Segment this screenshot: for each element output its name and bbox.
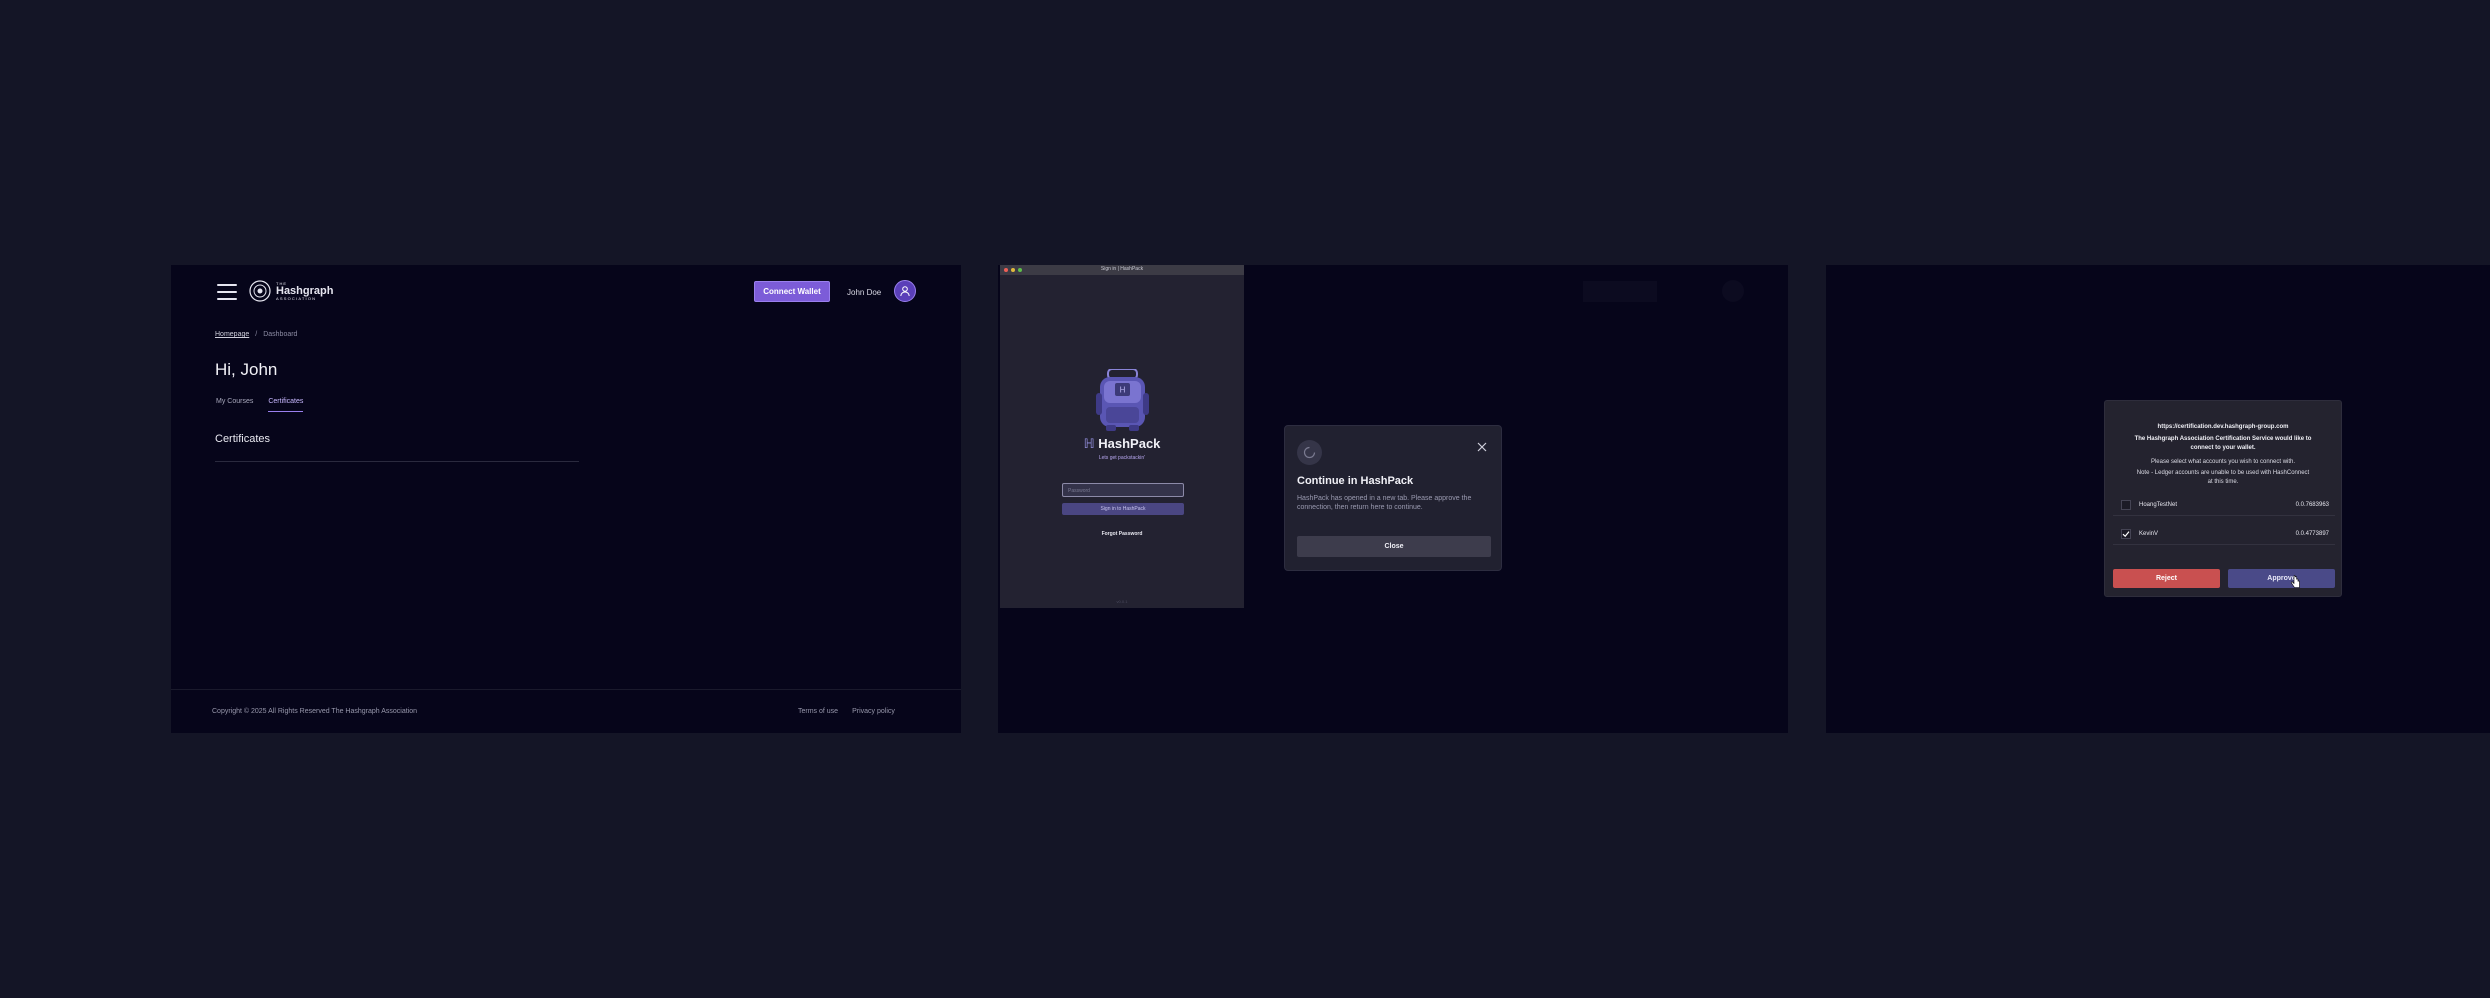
copyright-text: Copyright © 2025 All Rights Reserved The…	[212, 708, 418, 715]
dimmed-avatar	[1722, 280, 1744, 302]
dashboard-panel: THE Hashgraph ASSOCIATION Connect Wallet…	[171, 265, 961, 733]
dimmed-connect-button	[1583, 281, 1657, 302]
svg-text:H: H	[1119, 386, 1125, 395]
window-title: Sign in | HashPack	[1100, 266, 1144, 272]
ledger-note: Note - Ledger accounts are unable to be …	[2136, 470, 2310, 485]
footer-divider	[171, 689, 961, 690]
checkmark-icon	[2122, 530, 2130, 537]
hashgraph-logo-icon	[249, 280, 271, 302]
forgot-password-link[interactable]: Forgot Password	[1000, 531, 1244, 537]
account-row[interactable]: HoangTestNet 0.0.7683963	[2113, 494, 2335, 516]
tab-my-courses[interactable]: My Courses	[216, 398, 253, 412]
hashgraph-logo[interactable]: THE Hashgraph ASSOCIATION	[249, 280, 333, 302]
divider	[215, 461, 579, 462]
reject-button[interactable]: Reject	[2113, 569, 2220, 588]
connection-request-dialog: https://certification.dev.hashgraph-grou…	[2104, 400, 2342, 597]
breadcrumb-home-link[interactable]: Homepage	[215, 331, 249, 338]
page-title: Hi, John	[215, 360, 278, 379]
continue-modal: Continue in HashPack HashPack has opened…	[1284, 425, 1502, 571]
connect-wallet-button[interactable]: Connect Wallet	[754, 281, 830, 302]
hashpack-h-icon: ℍ	[1083, 436, 1099, 451]
account-checkbox[interactable]	[2121, 499, 2131, 510]
privacy-link[interactable]: Privacy policy	[852, 708, 895, 715]
account-checkbox[interactable]	[2121, 528, 2131, 539]
account-name: KevinV	[2139, 530, 2159, 537]
window-titlebar: Sign in | HashPack	[1000, 265, 1244, 275]
breadcrumb-current: Dashboard	[263, 331, 298, 338]
account-name: HoangTestNet	[2139, 501, 2178, 508]
tab-bar: My Courses Certificates	[216, 398, 304, 412]
user-icon	[900, 286, 910, 297]
approve-button[interactable]: Approve	[2228, 569, 2335, 588]
version-text: v0.0.1	[1116, 599, 1128, 604]
logo-text-hashgraph: Hashgraph	[276, 284, 334, 297]
select-accounts-text: Please select what accounts you wish to …	[2150, 459, 2296, 465]
account-id: 0.0.4773897	[2295, 530, 2329, 537]
hashpack-mascot-icon: H	[1096, 369, 1149, 431]
terms-link[interactable]: Terms of use	[798, 708, 838, 715]
tab-certificates[interactable]: Certificates	[268, 398, 304, 412]
breadcrumb-separator: /	[255, 331, 258, 338]
breadcrumb: Homepage / Dashboard	[215, 331, 297, 338]
account-id: 0.0.7683963	[2295, 501, 2329, 508]
hashpack-brand: ℍ HashPack	[1083, 436, 1161, 451]
close-button[interactable]: Close	[1297, 536, 1491, 557]
hashpack-tagline: Lets get packstackin'	[1098, 455, 1146, 461]
account-row[interactable]: KevinV 0.0.4773897	[2113, 523, 2335, 545]
close-icon[interactable]	[1477, 442, 1487, 452]
user-name[interactable]: John Doe	[847, 288, 881, 297]
menu-icon[interactable]	[217, 284, 237, 300]
request-message: The Hashgraph Association Certification …	[2134, 436, 2312, 451]
modal-title: Continue in HashPack	[1297, 475, 1414, 487]
spinner-icon	[1297, 440, 1322, 465]
footer-links: Terms of use Privacy policy	[798, 708, 895, 715]
hashpack-connect-panel: Sign in | HashPack H ℍ HashPack Lets get…	[998, 265, 1788, 733]
hashpack-window: Sign in | HashPack H ℍ HashPack Lets get…	[1000, 265, 1244, 608]
cursor-icon	[2291, 575, 2300, 588]
hashconnect-approve-panel: https://certification.dev.hashgraph-grou…	[1826, 265, 2490, 733]
sign-in-button[interactable]: Sign in to HashPack	[1062, 503, 1184, 515]
password-input[interactable]: Password	[1062, 483, 1184, 497]
modal-text: HashPack has opened in a new tab. Please…	[1297, 495, 1472, 512]
request-url: https://certification.dev.hashgraph-grou…	[2157, 424, 2289, 430]
avatar[interactable]	[894, 280, 916, 302]
logo-text-association: ASSOCIATION	[276, 295, 317, 301]
section-title: Certificates	[215, 433, 271, 445]
